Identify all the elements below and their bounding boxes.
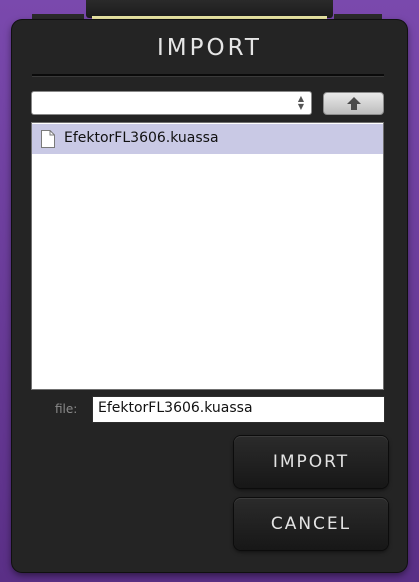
window-frame: IMPORT ▲ ▼ EfektorFL3606.kuassa file: Efe…: [0, 0, 419, 582]
import-dialog: IMPORT ▲ ▼ EfektorFL3606.kuassa file: Efe…: [12, 20, 407, 572]
document-icon: [41, 130, 55, 148]
list-item-label: EfektorFL3606.kuassa: [64, 130, 219, 146]
cancel-button[interactable]: CANCEL: [234, 498, 388, 550]
top-accent-strip: [92, 16, 327, 19]
file-list[interactable]: EfektorFL3606.kuassa: [31, 122, 384, 390]
up-down-arrows-icon: ▲ ▼: [297, 94, 305, 111]
dialog-title: IMPORT: [157, 35, 262, 61]
path-select[interactable]: ▲ ▼: [31, 91, 312, 115]
import-button[interactable]: IMPORT: [234, 436, 388, 488]
up-arrow-icon: [347, 97, 361, 110]
file-field-label: file:: [55, 402, 78, 416]
list-item[interactable]: EfektorFL3606.kuassa: [32, 124, 383, 154]
parent-folder-button[interactable]: [323, 92, 384, 115]
file-name-input[interactable]: EfektorFL3606.kuassa: [92, 396, 385, 423]
title-divider: [32, 74, 384, 77]
